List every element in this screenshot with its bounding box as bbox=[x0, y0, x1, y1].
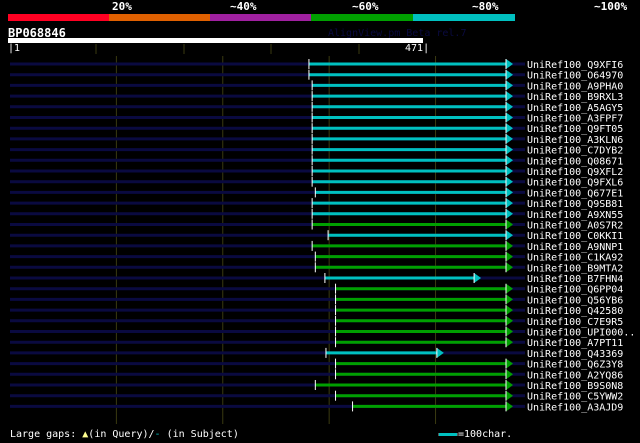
hit-label[interactable]: UniRef100_Q43369 bbox=[527, 349, 623, 360]
hit-arrow bbox=[506, 380, 513, 390]
hit-label[interactable]: UniRef100_C1KA92 bbox=[527, 253, 623, 264]
hit-label[interactable]: UniRef100_A3AJD9 bbox=[527, 402, 623, 413]
hit-arrow bbox=[506, 144, 513, 155]
gaps-prefix: Large gaps: bbox=[10, 429, 77, 440]
hit-arrow bbox=[506, 91, 513, 102]
subject-gap-icon: - bbox=[154, 429, 161, 440]
scale-bar-icon bbox=[438, 432, 458, 436]
hit-arrow bbox=[506, 112, 513, 123]
hit-arrow bbox=[506, 69, 513, 80]
hit-arrow bbox=[506, 283, 513, 294]
hit-label[interactable]: UniRef100_A3FPF7 bbox=[527, 114, 623, 125]
hit-arrow bbox=[474, 273, 482, 283]
hit-arrow bbox=[506, 80, 513, 91]
hit-label[interactable]: UniRef100_C5YWW2 bbox=[527, 392, 623, 403]
hit-label[interactable]: UniRef100_C7E9R5 bbox=[527, 317, 623, 328]
hit-arrow bbox=[506, 251, 513, 262]
hit-arrow bbox=[436, 347, 444, 358]
hit-arrow bbox=[506, 262, 513, 273]
hit-label[interactable]: UniRef100_A9PHA0 bbox=[527, 81, 623, 92]
alignment-graphic: UniRef100_Q9XFI6UniRef100_O64970UniRef10… bbox=[10, 44, 635, 424]
hit-arrow bbox=[506, 101, 513, 112]
hit-label[interactable]: UniRef100_Q6PP04 bbox=[527, 285, 623, 296]
hit-label[interactable]: UniRef100_A5AGY5 bbox=[527, 103, 623, 114]
hit-label[interactable]: UniRef100_A9XN55 bbox=[527, 210, 623, 221]
hit-arrow bbox=[506, 208, 513, 219]
hit-arrow bbox=[506, 315, 513, 326]
hit-label[interactable]: UniRef100_C0KKI1 bbox=[527, 231, 623, 242]
hit-arrow bbox=[506, 123, 513, 134]
hit-arrow bbox=[506, 59, 513, 69]
hit-label[interactable]: UniRef100_Q42580 bbox=[527, 306, 623, 317]
hit-arrow bbox=[506, 240, 513, 251]
hit-label[interactable]: UniRef100_O64970 bbox=[527, 71, 623, 82]
hit-label[interactable]: UniRef100_B7FHN4 bbox=[527, 274, 623, 285]
hit-arrow bbox=[506, 337, 513, 348]
hit-label[interactable]: UniRef100_Q9XFI6 bbox=[527, 60, 623, 71]
hit-label[interactable]: UniRef100_A2YQ86 bbox=[527, 370, 623, 381]
hit-label[interactable]: UniRef100_UPI000.. bbox=[527, 328, 635, 339]
hit-label[interactable]: UniRef100_Q9SB81 bbox=[527, 199, 623, 210]
hit-arrow bbox=[506, 326, 513, 337]
hit-label[interactable]: UniRef100_A0S7R2 bbox=[527, 221, 623, 232]
hit-label[interactable]: UniRef100_Q56YB6 bbox=[527, 295, 623, 306]
hit-label[interactable]: UniRef100_B9MTA2 bbox=[527, 263, 623, 274]
hit-arrow bbox=[506, 176, 513, 187]
hit-label[interactable]: UniRef100_Q9FXL6 bbox=[527, 178, 623, 189]
hit-arrow bbox=[506, 358, 513, 369]
hit-arrow bbox=[506, 198, 513, 209]
hit-arrow bbox=[506, 155, 513, 166]
hit-label[interactable]: UniRef100_Q677E1 bbox=[527, 188, 623, 199]
hit-label[interactable]: UniRef100_A7PT11 bbox=[527, 338, 623, 349]
hit-arrow bbox=[506, 369, 513, 380]
hit-arrow bbox=[506, 401, 513, 412]
gaps-subject: (in Subject) bbox=[166, 429, 239, 440]
hit-label[interactable]: UniRef100_Q6Z3Y8 bbox=[527, 360, 623, 371]
hit-label[interactable]: UniRef100_B9RXL3 bbox=[527, 92, 623, 103]
hit-arrow bbox=[506, 305, 513, 316]
gaps-query: (in Query)/ bbox=[88, 429, 155, 440]
hit-arrow bbox=[506, 230, 513, 241]
hit-label[interactable]: UniRef100_A9NNP1 bbox=[527, 242, 623, 253]
hit-label[interactable]: UniRef100_Q9XFL2 bbox=[527, 167, 623, 178]
hit-arrow bbox=[506, 133, 513, 144]
hit-arrow bbox=[506, 187, 513, 198]
hit-arrow bbox=[506, 166, 513, 176]
hit-label[interactable]: UniRef100_Q08671 bbox=[527, 156, 623, 167]
hit-arrow bbox=[506, 390, 513, 401]
hit-label[interactable]: UniRef100_Q9FT05 bbox=[527, 124, 623, 135]
hit-arrow bbox=[506, 219, 513, 230]
hit-label[interactable]: UniRef100_A3KLN6 bbox=[527, 135, 623, 146]
hit-label[interactable]: UniRef100_B9S0N8 bbox=[527, 381, 623, 392]
hit-arrow bbox=[506, 294, 513, 305]
scale-label: =100char. bbox=[458, 429, 513, 440]
gaps-legend: Large gaps: ▲(in Query)/- (in Subject) bbox=[10, 429, 239, 440]
scale-legend: =100char. bbox=[438, 429, 512, 440]
hit-label[interactable]: UniRef100_C7DYB2 bbox=[527, 146, 623, 157]
